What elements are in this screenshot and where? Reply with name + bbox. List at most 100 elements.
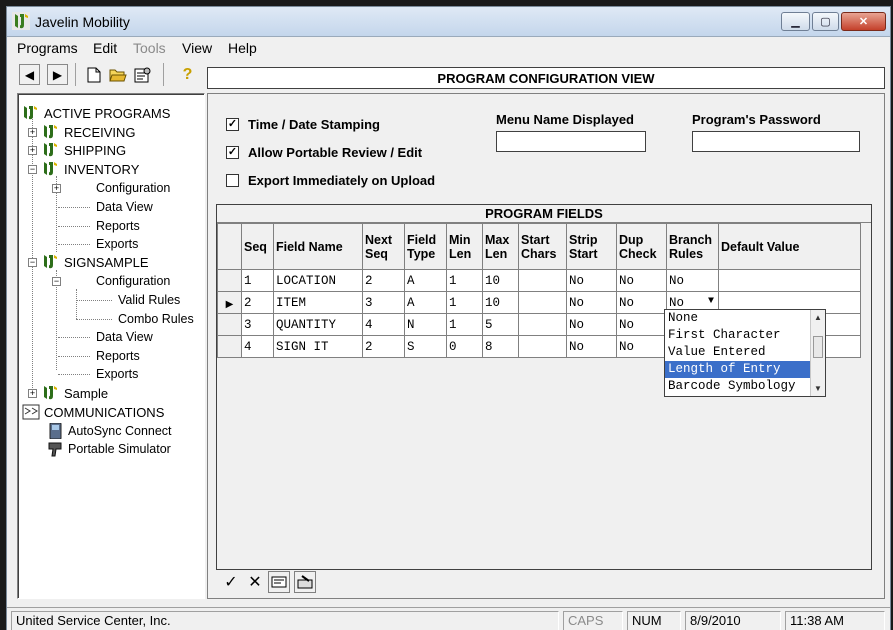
cell-next-seq[interactable]: 3 xyxy=(362,291,405,314)
column-header[interactable]: Dup Check xyxy=(616,223,667,270)
column-header[interactable]: Next Seq xyxy=(362,223,405,270)
cell-strip-start[interactable]: No xyxy=(566,335,617,358)
cell-field-type[interactable]: A xyxy=(404,269,447,292)
cell-field-type[interactable]: A xyxy=(404,291,447,314)
cell-max-len[interactable]: 10 xyxy=(482,269,519,292)
open-button[interactable] xyxy=(107,64,128,85)
column-header[interactable]: Strip Start xyxy=(566,223,617,270)
time-date-stamping-checkbox[interactable]: ✓ Time / Date Stamping xyxy=(226,117,380,132)
tree-item-communications[interactable]: COMMUNICATIONS xyxy=(22,403,164,421)
forward-button[interactable]: ▶ xyxy=(47,64,68,85)
cell-field-name[interactable]: ITEM xyxy=(273,291,363,314)
tree-item-simulator[interactable]: Portable Simulator xyxy=(46,440,171,458)
checkbox-box[interactable] xyxy=(226,174,239,187)
cell-min-len[interactable]: 1 xyxy=(446,269,483,292)
export-immediately-checkbox[interactable]: Export Immediately on Upload xyxy=(226,173,435,188)
tree-item-inventory[interactable]: INVENTORY xyxy=(42,160,139,178)
column-header[interactable]: Field Type xyxy=(404,223,447,270)
column-header[interactable]: Branch Rules xyxy=(666,223,719,270)
cell-default-value[interactable] xyxy=(718,269,861,292)
row-selector[interactable]: ▶ xyxy=(217,291,242,314)
dropdown-option[interactable]: None xyxy=(665,310,825,327)
expand-shipping-toggle[interactable]: + xyxy=(28,146,37,155)
cell-next-seq[interactable]: 2 xyxy=(362,335,405,358)
properties-button[interactable] xyxy=(132,64,153,85)
collapse-inventory-toggle[interactable]: − xyxy=(28,165,37,174)
cell-start-chars[interactable] xyxy=(518,313,567,336)
scroll-up-icon[interactable]: ▲ xyxy=(814,313,822,322)
collapse-sig-configuration-toggle[interactable]: − xyxy=(52,277,61,286)
cell-next-seq[interactable]: 2 xyxy=(362,269,405,292)
menu-tools[interactable]: Tools xyxy=(133,40,166,56)
cell-dup-check[interactable]: No xyxy=(616,269,667,292)
cell-start-chars[interactable] xyxy=(518,291,567,314)
cell-min-len[interactable]: 1 xyxy=(446,313,483,336)
cell-seq[interactable]: 1 xyxy=(241,269,274,292)
tree-item-inv-configuration[interactable]: Configuration xyxy=(96,179,170,197)
tree-item-receiving[interactable]: RECEIVING xyxy=(42,123,136,141)
cell-next-seq[interactable]: 4 xyxy=(362,313,405,336)
cell-seq[interactable]: 4 xyxy=(241,335,274,358)
dropdown-option[interactable]: Value Entered xyxy=(665,344,825,361)
cell-field-type[interactable]: S xyxy=(404,335,447,358)
column-header[interactable]: Max Len xyxy=(482,223,519,270)
tree-item-shipping[interactable]: SHIPPING xyxy=(42,141,126,159)
tree-item-sig-data-view[interactable]: Data View xyxy=(96,328,153,346)
dropdown-option[interactable]: Barcode Symbology xyxy=(665,378,825,395)
cell-max-len[interactable]: 8 xyxy=(482,335,519,358)
tree-item-inv-data-view[interactable]: Data View xyxy=(96,198,153,216)
maximize-button[interactable]: ▢ xyxy=(812,12,839,31)
cell-dup-check[interactable]: No xyxy=(616,291,667,314)
scroll-thumb[interactable] xyxy=(813,336,823,358)
column-header[interactable]: Default Value xyxy=(718,223,861,270)
dropdown-option[interactable]: First Character xyxy=(665,327,825,344)
tree-item-sig-valid-rules[interactable]: Valid Rules xyxy=(118,291,180,309)
cell-min-len[interactable]: 1 xyxy=(446,291,483,314)
menu-view[interactable]: View xyxy=(182,40,212,56)
close-button[interactable]: ✕ xyxy=(841,12,886,31)
row-selector[interactable] xyxy=(217,269,242,292)
tree-item-sig-exports[interactable]: Exports xyxy=(96,365,138,383)
row-selector[interactable] xyxy=(217,335,242,358)
collapse-signsample-toggle[interactable]: − xyxy=(28,258,37,267)
cell-start-chars[interactable] xyxy=(518,269,567,292)
cancel-button[interactable]: ✕ xyxy=(244,571,266,593)
password-input[interactable] xyxy=(692,131,860,152)
edit-field-button[interactable] xyxy=(268,571,290,593)
cell-strip-start[interactable]: No xyxy=(566,269,617,292)
scroll-down-icon[interactable]: ▼ xyxy=(814,384,822,393)
cell-dup-check[interactable]: No xyxy=(616,313,667,336)
accept-button[interactable]: ✓ xyxy=(220,571,242,593)
delete-field-button[interactable] xyxy=(294,571,316,593)
cell-seq[interactable]: 2 xyxy=(241,291,274,314)
table-row[interactable]: 1 LOCATION 2 A 1 10 No No No xyxy=(217,269,861,292)
expand-inv-configuration-toggle[interactable]: + xyxy=(52,184,61,193)
cell-max-len[interactable]: 10 xyxy=(482,291,519,314)
cell-field-name[interactable]: SIGN IT xyxy=(273,335,363,358)
row-selector[interactable] xyxy=(217,313,242,336)
dropdown-arrow-icon[interactable]: ▼ xyxy=(708,296,714,307)
menu-name-input[interactable] xyxy=(496,131,646,152)
column-header[interactable]: Seq xyxy=(241,223,274,270)
dropdown-scrollbar[interactable]: ▲ ▼ xyxy=(810,310,825,396)
tree-item-inv-reports[interactable]: Reports xyxy=(96,217,140,235)
dropdown-option-selected[interactable]: Length of Entry xyxy=(665,361,825,378)
allow-portable-review-checkbox[interactable]: ✓ Allow Portable Review / Edit xyxy=(226,145,422,160)
help-button[interactable]: ? xyxy=(177,64,198,85)
tree-item-sample[interactable]: Sample xyxy=(42,384,108,402)
cell-strip-start[interactable]: No xyxy=(566,291,617,314)
column-header[interactable]: Min Len xyxy=(446,223,483,270)
expand-sample-toggle[interactable]: + xyxy=(28,389,37,398)
cell-min-len[interactable]: 0 xyxy=(446,335,483,358)
menu-help[interactable]: Help xyxy=(228,40,257,56)
cell-field-type[interactable]: N xyxy=(404,313,447,336)
new-button[interactable] xyxy=(83,64,104,85)
checkbox-box[interactable]: ✓ xyxy=(226,146,239,159)
tree-item-active-programs[interactable]: ACTIVE PROGRAMS xyxy=(22,104,170,122)
back-button[interactable]: ◀ xyxy=(19,64,40,85)
tree-item-inv-exports[interactable]: Exports xyxy=(96,235,138,253)
checkbox-box[interactable]: ✓ xyxy=(226,118,239,131)
cell-field-name[interactable]: LOCATION xyxy=(273,269,363,292)
menu-programs[interactable]: Programs xyxy=(17,40,78,56)
cell-field-name[interactable]: QUANTITY xyxy=(273,313,363,336)
